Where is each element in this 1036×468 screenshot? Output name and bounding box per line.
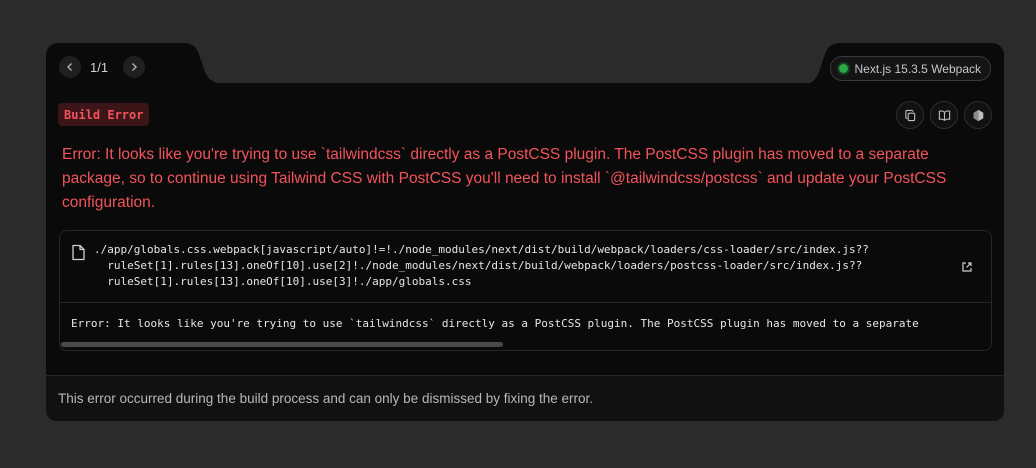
copy-icon — [904, 109, 915, 121]
toolbar — [896, 101, 992, 129]
copy-button[interactable] — [896, 101, 924, 129]
chevron-right-icon — [131, 62, 138, 72]
external-link-icon[interactable] — [961, 261, 973, 273]
code-frame: ./app/globals.css.webpack[javascript/aut… — [59, 230, 992, 351]
book-icon — [938, 109, 950, 121]
error-pager: 1/1 — [90, 60, 109, 75]
file-path: ./app/globals.css.webpack[javascript/aut… — [94, 243, 869, 288]
dialog-body: Build Error Error: It looks like you're … — [46, 83, 1004, 421]
build-error-badge: Build Error — [58, 103, 150, 126]
file-icon — [72, 244, 85, 261]
error-stack-line: Error: It looks like you're trying to us… — [71, 317, 919, 330]
next-error-button[interactable] — [123, 56, 145, 78]
previous-error-button[interactable] — [59, 56, 81, 78]
file-path-row: ./app/globals.css.webpack[javascript/aut… — [60, 231, 991, 303]
footer-note: This error occurred during the build pro… — [58, 391, 594, 406]
docs-button[interactable] — [930, 101, 958, 129]
horizontal-scrollbar[interactable] — [61, 342, 503, 347]
nodejs-inspector-button[interactable] — [964, 101, 992, 129]
error-message: Error: It looks like you're trying to us… — [62, 146, 947, 211]
chevron-left-icon — [66, 62, 73, 72]
dialog-footer: This error occurred during the build pro… — [46, 375, 1004, 421]
version-badge[interactable]: Next.js 15.3.5 Webpack — [830, 56, 991, 81]
hexagon-icon — [973, 109, 983, 121]
version-label: Next.js 15.3.5 Webpack — [854, 61, 981, 76]
status-dot-icon — [839, 64, 849, 73]
error-dialog: 1/1 Next.js 15.3.5 Webpack Build Error E… — [46, 43, 1004, 421]
tab-curve — [166, 43, 226, 84]
